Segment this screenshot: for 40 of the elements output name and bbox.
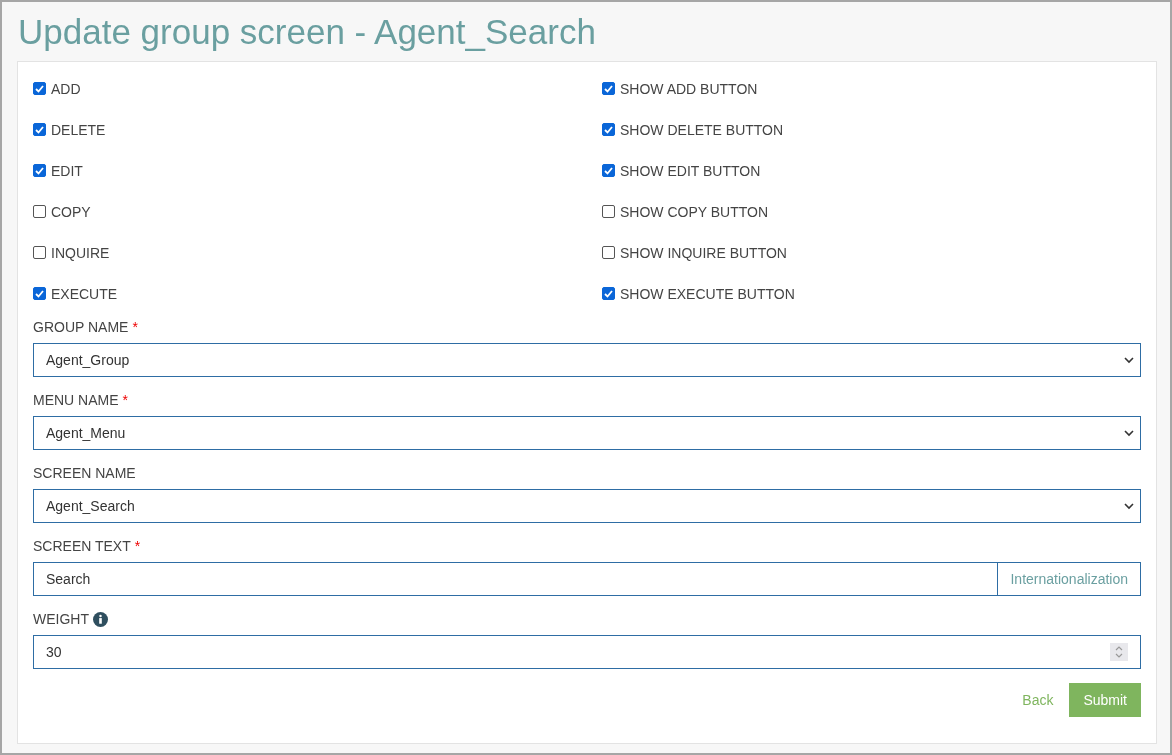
required-mark: * (132, 319, 138, 335)
checkbox-label: EXECUTE (51, 285, 118, 302)
checkbox[interactable] (33, 205, 46, 218)
checkbox[interactable] (602, 82, 615, 95)
dropdown-field[interactable]: Agent_Menu (33, 416, 1141, 450)
checkbox[interactable] (33, 123, 46, 136)
checkbox[interactable] (33, 164, 46, 177)
checkbox[interactable] (33, 82, 46, 95)
checkbox-label: SHOW ADD BUTTON (620, 80, 758, 97)
checkbox-label: ADD (51, 80, 81, 97)
checkbox-label: INQUIRE (51, 244, 110, 261)
dropdown-field[interactable]: Agent_Search (33, 489, 1141, 523)
number-field[interactable]: 30 (33, 635, 1141, 669)
field-label: SCREEN NAME (33, 465, 136, 481)
checkbox-label: DELETE (51, 121, 106, 138)
chevron-down-icon (1124, 356, 1134, 364)
chevron-down-icon (1124, 429, 1134, 437)
checkbox-label: SHOW EDIT BUTTON (620, 162, 761, 179)
checkbox[interactable] (602, 246, 615, 259)
checkbox[interactable] (33, 246, 46, 259)
checkbox-label: SHOW DELETE BUTTON (620, 121, 784, 138)
required-mark: * (122, 392, 128, 408)
checkbox-label: COPY (51, 203, 91, 220)
checkbox[interactable] (33, 287, 46, 300)
checkbox[interactable] (602, 164, 615, 177)
field-label: WEIGHT (33, 611, 89, 627)
field-label: GROUP NAME (33, 319, 129, 335)
dropdown-field[interactable]: Agent_Group (33, 343, 1141, 377)
checkbox[interactable] (602, 123, 615, 136)
checkbox[interactable] (602, 205, 615, 218)
checkbox-label: SHOW EXECUTE BUTTON (620, 285, 795, 302)
required-mark: * (134, 538, 141, 554)
checkbox-label: SHOW INQUIRE BUTTON (620, 244, 787, 261)
checkbox[interactable] (602, 287, 615, 300)
field-label: SCREEN TEXT (33, 538, 131, 554)
page-title: Update group screen - Agent_Search (17, 10, 597, 53)
chevron-down-icon (1124, 502, 1134, 510)
checkbox-label: EDIT (51, 162, 83, 179)
field-label: MENU NAME (33, 392, 119, 408)
checkbox-label: SHOW COPY BUTTON (620, 203, 769, 220)
